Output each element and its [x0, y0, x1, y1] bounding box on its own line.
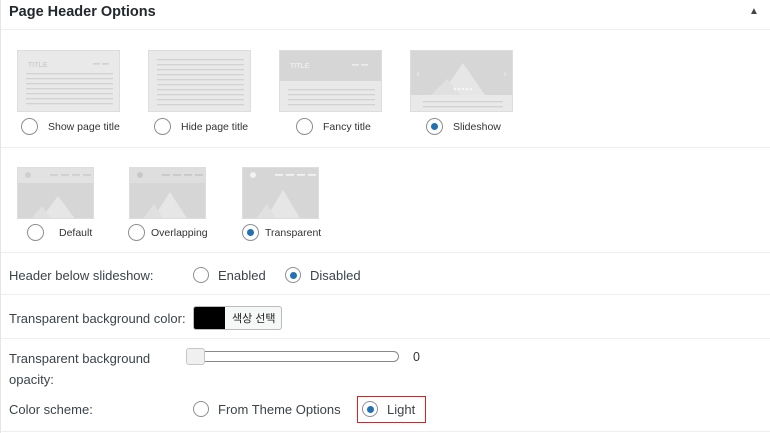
divider — [1, 252, 770, 253]
color-picker-label: 색상 선택 — [232, 313, 276, 325]
color-picker-button[interactable]: 색상 선택 — [193, 306, 282, 330]
header-below-slideshow-label: Header below slideshow: — [9, 268, 154, 283]
radio-default[interactable]: Default — [27, 224, 92, 241]
radio-button[interactable] — [426, 118, 443, 135]
radio-from-theme-options[interactable]: From Theme Options — [193, 401, 341, 417]
svg-text:›: › — [503, 69, 507, 80]
opacity-label-line2: opacity: — [9, 372, 54, 387]
radio-label: Disabled — [310, 267, 361, 283]
panel-header[interactable]: Page Header Options ▲ — [1, 0, 770, 30]
thumb-title-text: TITLE — [290, 63, 310, 70]
thumb-title-text: TITLE — [28, 62, 48, 69]
radio-label: Overlapping — [151, 226, 208, 239]
thumb-show-page-title[interactable]: TITLE — [17, 50, 120, 112]
radio-slideshow[interactable]: Slideshow — [426, 118, 501, 135]
color-scheme-label: Color scheme: — [9, 402, 93, 417]
thumb-transparent[interactable] — [242, 167, 319, 219]
radio-disabled[interactable]: Disabled — [285, 267, 361, 283]
divider — [1, 338, 770, 339]
panel-title: Page Header Options — [9, 4, 156, 20]
transparent-bg-opacity-label: Transparent background opacity: — [9, 348, 150, 390]
radio-fancy-title[interactable]: Fancy title — [296, 118, 371, 135]
radio-label: Hide page title — [181, 120, 249, 133]
radio-button[interactable] — [285, 267, 301, 283]
radio-label: Slideshow — [453, 120, 501, 133]
divider — [1, 431, 770, 432]
divider — [1, 294, 770, 295]
thumb-default[interactable] — [17, 167, 94, 219]
radio-show-page-title[interactable]: Show page title — [21, 118, 120, 135]
divider — [1, 147, 770, 148]
radio-hide-page-title[interactable]: Hide page title — [154, 118, 248, 135]
thumb-slideshow[interactable]: ‹ › — [410, 50, 513, 112]
radio-button[interactable] — [27, 224, 44, 241]
radio-button[interactable] — [128, 224, 145, 241]
opacity-slider-track[interactable] — [187, 351, 399, 362]
thumb-fancy-title[interactable]: TITLE — [279, 50, 382, 112]
radio-label: Fancy title — [323, 120, 371, 133]
opacity-slider-handle[interactable] — [186, 348, 205, 365]
radio-button[interactable] — [242, 224, 259, 241]
opacity-label-line1: Transparent background — [9, 351, 151, 366]
radio-label: From Theme Options — [218, 401, 341, 417]
color-swatch[interactable] — [194, 307, 225, 329]
radio-button[interactable] — [193, 267, 209, 283]
svg-text:‹: ‹ — [416, 69, 420, 80]
radio-button[interactable] — [193, 401, 209, 417]
radio-button[interactable] — [154, 118, 171, 135]
radio-label: Transparent — [265, 226, 322, 239]
radio-label: Default — [59, 226, 93, 239]
opacity-value: 0 — [413, 350, 420, 364]
triangle-up-icon[interactable]: ▲ — [749, 7, 759, 17]
thumb-hide-page-title[interactable] — [148, 50, 251, 112]
radio-overlapping[interactable]: Overlapping — [128, 224, 208, 241]
highlight-box — [357, 396, 426, 423]
radio-enabled[interactable]: Enabled — [193, 267, 266, 283]
radio-label: Show page title — [48, 120, 120, 133]
thumb-overlapping[interactable] — [129, 167, 206, 219]
transparent-bg-color-label: Transparent background color: — [9, 311, 186, 326]
radio-transparent[interactable]: Transparent — [242, 224, 321, 241]
radio-label: Enabled — [218, 267, 266, 283]
page-header-options-panel: Page Header Options ▲ TITLE TITLE ‹ › Sh… — [0, 0, 770, 433]
radio-button[interactable] — [21, 118, 38, 135]
radio-button[interactable] — [296, 118, 313, 135]
